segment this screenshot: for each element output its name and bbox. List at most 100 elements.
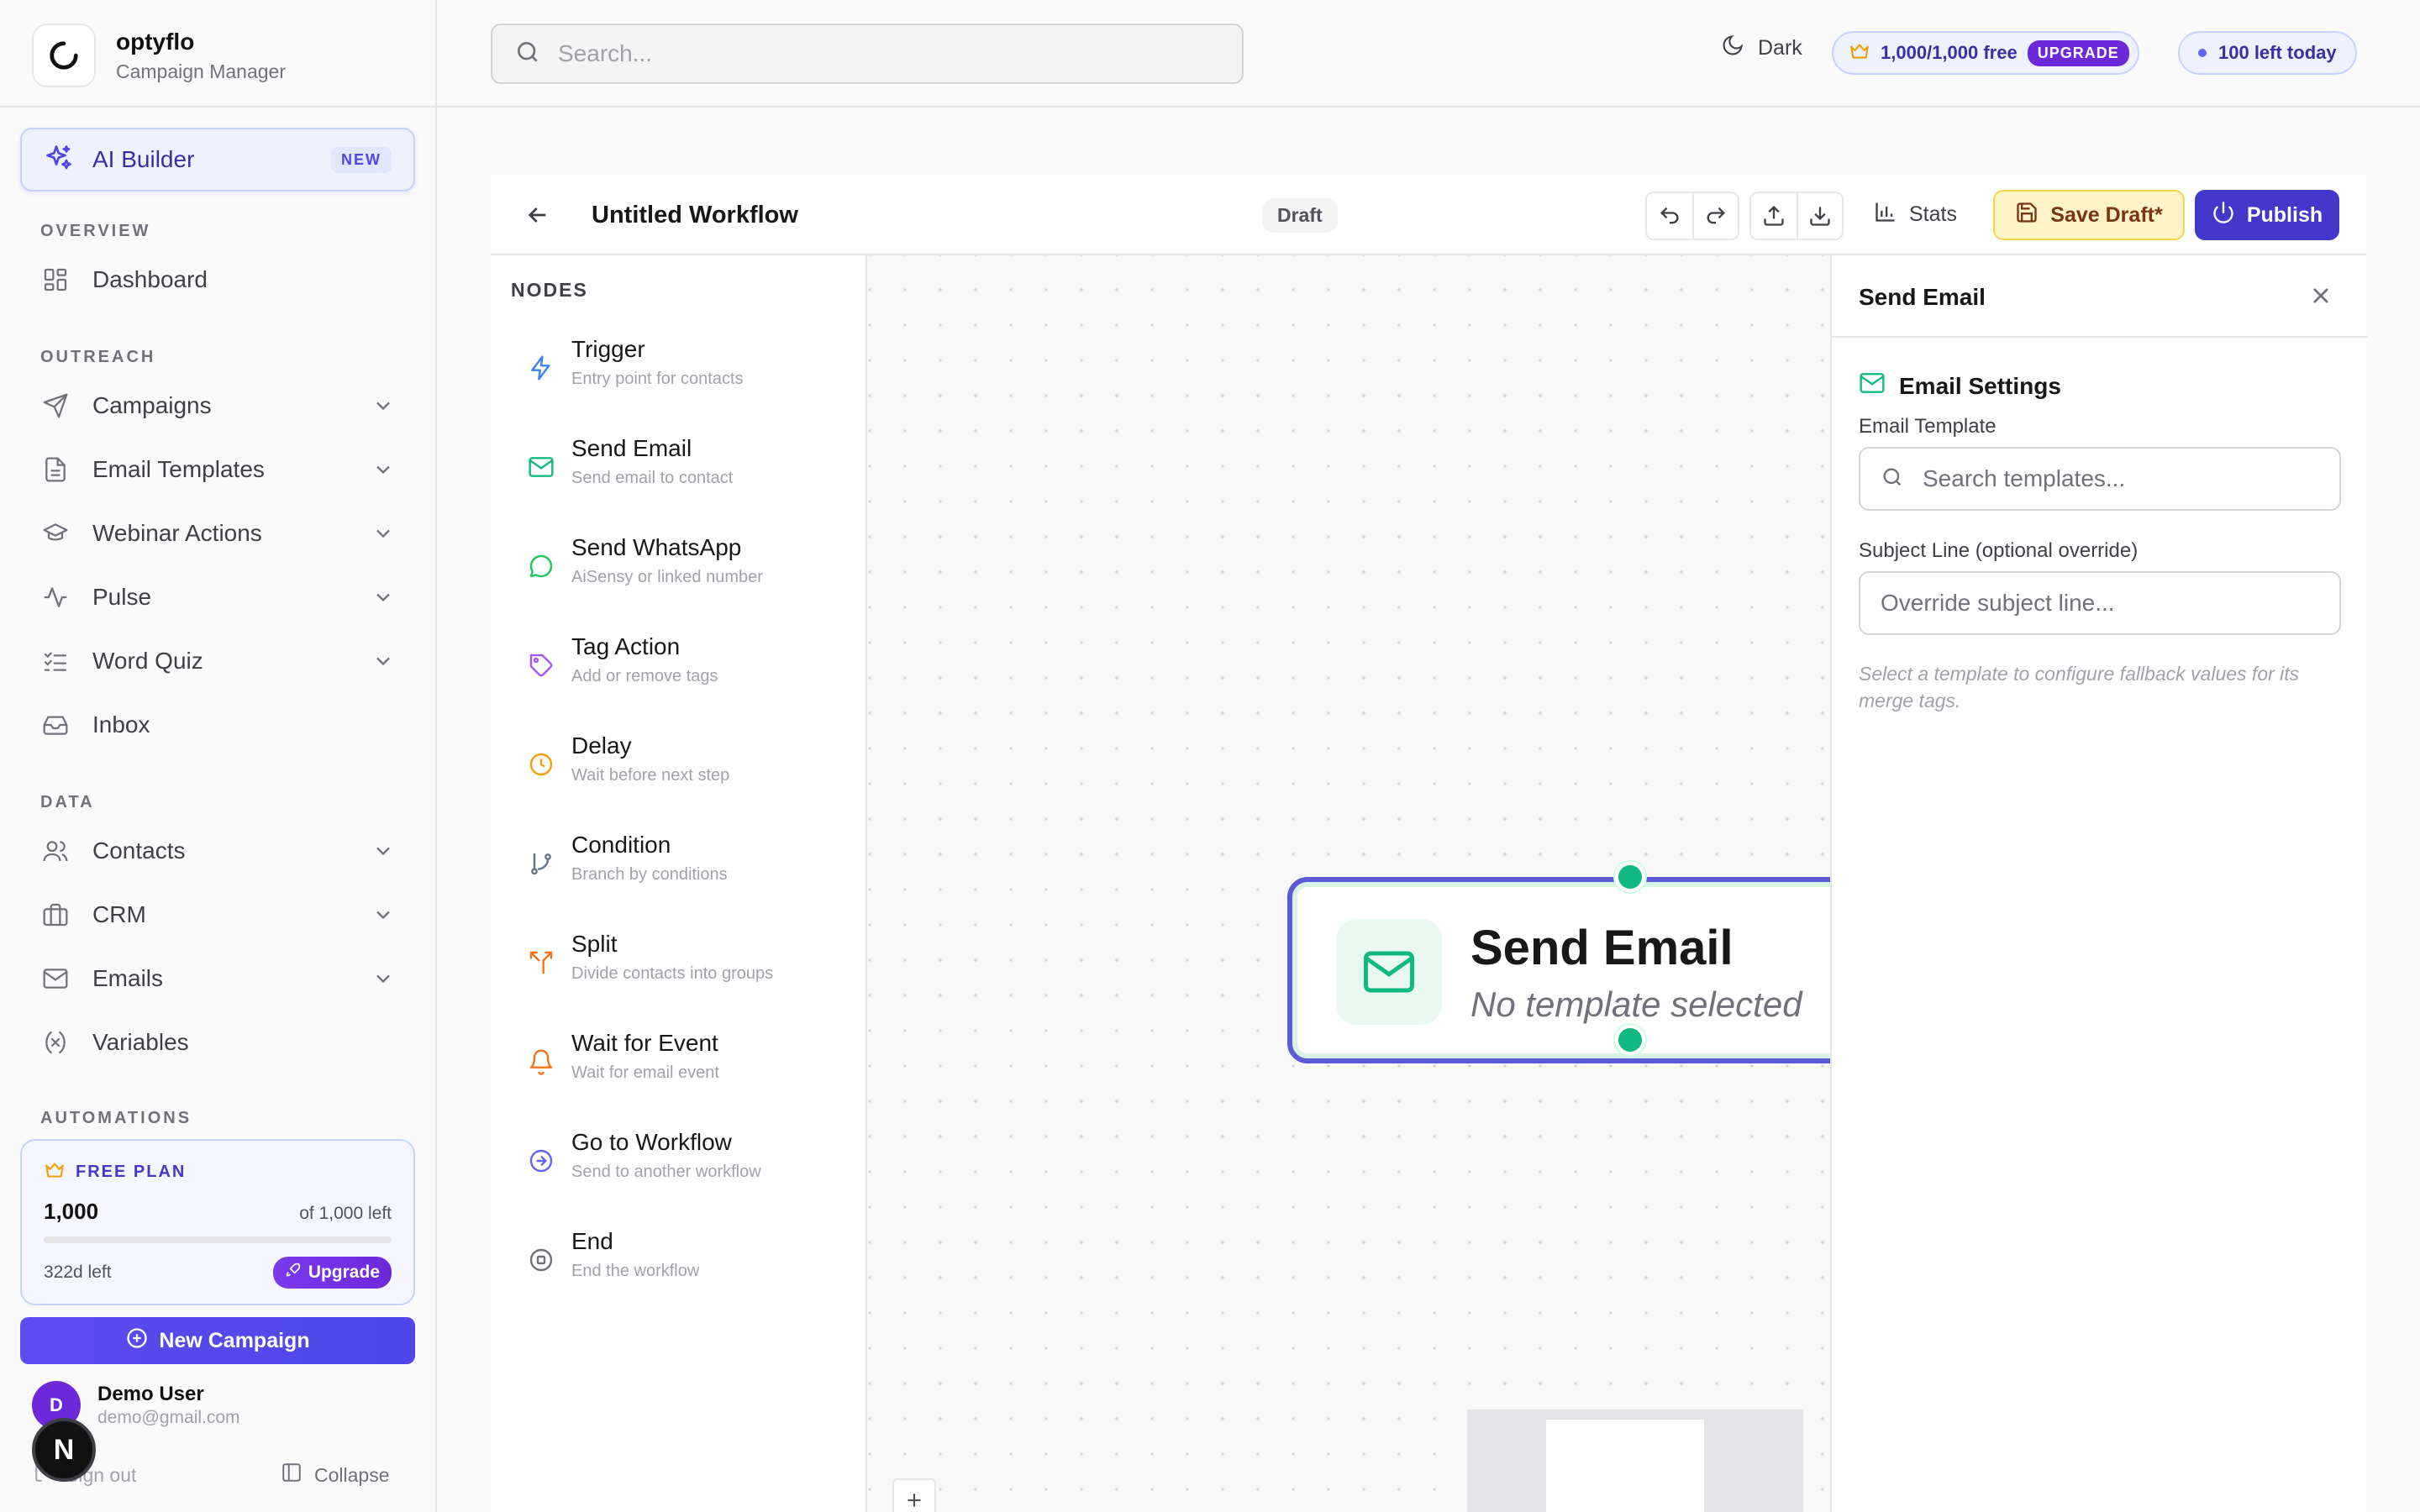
publish-label: Publish: [2246, 202, 2323, 227]
chevron-down-icon: [371, 394, 395, 417]
workflow-header: Untitled Workflow Draft Stats Save Draft…: [491, 175, 2366, 255]
minimap-viewport[interactable]: [1546, 1420, 1704, 1512]
clock-icon: [526, 749, 556, 780]
bolt-icon: [526, 353, 556, 383]
chevron-down-icon: [371, 839, 395, 863]
sidebar-item-label: Email Templates: [92, 456, 265, 482]
import-button[interactable]: [1797, 193, 1842, 239]
node-desc: Divide contacts into groups: [571, 964, 774, 983]
node-name: Split: [571, 931, 618, 957]
back-button[interactable]: [524, 202, 551, 233]
sidebar-item-contacts[interactable]: Contacts: [20, 823, 415, 879]
publish-button[interactable]: Publish: [2195, 190, 2339, 240]
template-search-placeholder: Search templates...: [1923, 465, 2126, 491]
new-campaign-button[interactable]: New Campaign: [20, 1317, 415, 1364]
sidebar-item-crm[interactable]: CRM: [20, 887, 415, 942]
zoom-in-button[interactable]: [892, 1478, 936, 1512]
export-button[interactable]: [1751, 193, 1797, 239]
workflow-title[interactable]: Untitled Workflow: [592, 202, 798, 229]
close-button[interactable]: [2307, 282, 2334, 313]
activity-icon: [40, 582, 71, 612]
top-bar: Search... Dark 1,000/1,000 free UPGRADE …: [437, 0, 2420, 108]
workflow-canvas[interactable]: Send Email No template selected: [867, 255, 1830, 1512]
user-email: demo@gmail.com: [97, 1408, 240, 1427]
email-settings-label: Email Settings: [1899, 372, 2061, 399]
variable-icon: [40, 1027, 71, 1058]
daily-limit-text: 100 left today: [2218, 42, 2337, 63]
sidebar-item-email-templates[interactable]: Email Templates: [20, 442, 415, 497]
sidebar-item-webinar-actions[interactable]: Webinar Actions: [20, 506, 415, 561]
brand[interactable]: optyflo Campaign Manager: [32, 24, 286, 87]
collapse-button[interactable]: Collapse: [281, 1462, 390, 1488]
node-wait-for-event[interactable]: Wait for Event Wait for email event: [526, 1030, 862, 1105]
credits-text: 1,000/1,000 free: [1881, 42, 2018, 63]
node-name: Delay: [571, 732, 632, 759]
sidebar-item-pulse[interactable]: Pulse: [20, 570, 415, 625]
ai-builder-button[interactable]: AI Builder NEW: [20, 128, 415, 192]
dev-tools-badge[interactable]: N: [32, 1418, 96, 1482]
template-search-input[interactable]: Search templates...: [1859, 447, 2341, 511]
input-handle[interactable]: [1615, 862, 1645, 892]
sidebar-item-campaigns[interactable]: Campaigns: [20, 378, 415, 433]
upgrade-button[interactable]: Upgrade: [272, 1257, 392, 1289]
sidebar-item-label: Inbox: [92, 711, 150, 738]
send-icon: [40, 391, 71, 421]
status-dot: [2198, 49, 2207, 57]
status-badge: Draft: [1262, 198, 1338, 233]
search-placeholder: Search...: [558, 40, 653, 66]
split-icon: [526, 948, 556, 978]
brand-subtitle: Campaign Manager: [116, 60, 287, 82]
stop-circle-icon: [526, 1245, 556, 1275]
node-send-whatsapp[interactable]: Send WhatsApp AiSensy or linked number: [526, 534, 862, 610]
sidebar-item-label: Campaigns: [92, 392, 212, 418]
sidebar-item-variables[interactable]: Variables: [20, 1015, 415, 1070]
history-button-group: [1645, 192, 1739, 240]
download-icon: [1810, 207, 1830, 226]
undo-icon: [1660, 207, 1679, 224]
section-outreach: OUTREACH: [40, 348, 156, 366]
subject-line-input[interactable]: Override subject line...: [1859, 571, 2341, 635]
upgrade-tag[interactable]: UPGRADE: [2027, 39, 2129, 66]
sidebar-item-word-quiz[interactable]: Word Quiz: [20, 633, 415, 689]
stats-button[interactable]: Stats: [1874, 200, 1957, 229]
node-send-email[interactable]: Send Email Send email to contact: [526, 435, 862, 511]
undo-button[interactable]: [1647, 193, 1692, 239]
crown-icon: [44, 1159, 66, 1185]
daily-limit-pill: 100 left today: [2178, 31, 2357, 75]
sidebar-item-dashboard[interactable]: Dashboard: [20, 252, 415, 307]
node-split[interactable]: Split Divide contacts into groups: [526, 931, 862, 1006]
node-condition[interactable]: Condition Branch by conditions: [526, 832, 862, 907]
output-handle[interactable]: [1615, 1025, 1645, 1055]
node-go-to-workflow[interactable]: Go to Workflow Send to another workflow: [526, 1129, 862, 1205]
chevron-down-icon: [371, 458, 395, 481]
canvas-node-send-email[interactable]: Send Email No template selected: [1287, 862, 1830, 1063]
credits-pill[interactable]: 1,000/1,000 free UPGRADE: [1832, 31, 2139, 75]
sidebar-item-inbox[interactable]: Inbox: [20, 697, 415, 753]
tag-icon: [526, 650, 556, 680]
node-desc: Send email to contact: [571, 469, 734, 487]
arrow-left-icon: [528, 207, 546, 223]
stats-label: Stats: [1909, 202, 1957, 226]
node-trigger[interactable]: Trigger Entry point for contacts: [526, 336, 862, 412]
node-end[interactable]: End End the workflow: [526, 1228, 862, 1304]
sidebar-item-emails[interactable]: Emails: [20, 951, 415, 1006]
nodes-panel: NODES Trigger Entry point for contacts Se…: [491, 255, 867, 1512]
redo-button[interactable]: [1692, 193, 1738, 239]
email-settings-heading: Email Settings: [1859, 370, 2061, 402]
node-delay[interactable]: Delay Wait before next step: [526, 732, 862, 808]
sidebar-item-label: Word Quiz: [92, 648, 203, 674]
sidebar-item-label: Variables: [92, 1029, 189, 1055]
node-desc: Entry point for contacts: [571, 370, 744, 388]
node-desc: Branch by conditions: [571, 865, 728, 884]
minimap[interactable]: [1467, 1410, 1803, 1512]
save-draft-button[interactable]: Save Draft*: [1993, 190, 2185, 240]
sidebar-item-label: CRM: [92, 901, 146, 927]
sidebar-item-label: Pulse: [92, 584, 152, 610]
chevron-down-icon: [371, 903, 395, 927]
sidebar: optyflo Campaign Manager AI Builder NEW …: [0, 0, 437, 1512]
dark-mode-toggle[interactable]: Dark: [1721, 34, 1802, 63]
node-name: Send Email: [571, 435, 692, 461]
node-tag-action[interactable]: Tag Action Add or remove tags: [526, 633, 862, 709]
node-name: End: [571, 1228, 613, 1254]
search-input[interactable]: Search...: [491, 24, 1244, 84]
